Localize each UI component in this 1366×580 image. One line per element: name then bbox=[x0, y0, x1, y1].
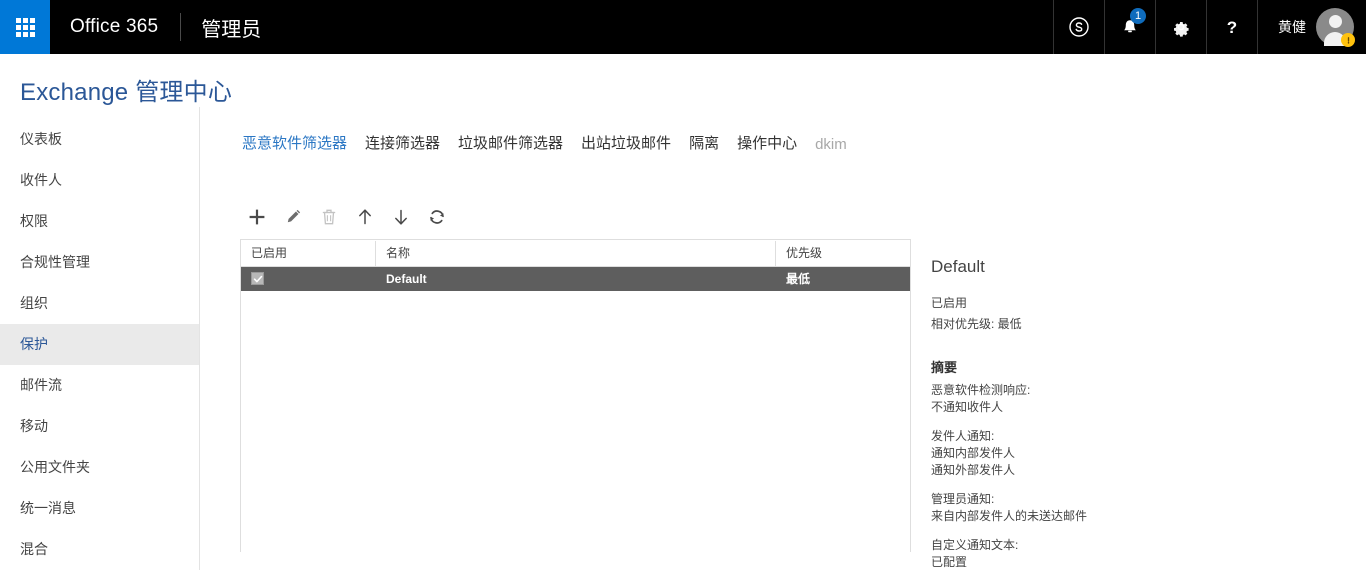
row-enabled-checkbox-icon[interactable] bbox=[251, 272, 264, 286]
tab-quarantine[interactable]: 隔离 bbox=[687, 132, 721, 153]
details-group-sender-notification: 发件人通知: 通知内部发件人 通知外部发件人 bbox=[931, 428, 1346, 479]
avatar-head bbox=[1328, 15, 1342, 28]
suite-icon-group: 1 ? bbox=[1053, 0, 1258, 54]
page-title: Exchange 管理中心 bbox=[0, 54, 1366, 107]
details-group-label: 发件人通知: bbox=[931, 429, 995, 443]
details-group-label: 自定义通知文本: bbox=[931, 538, 1019, 552]
details-group-value: 通知内部发件人 bbox=[931, 446, 1016, 460]
column-header-name[interactable]: 名称 bbox=[376, 240, 776, 266]
details-group-value: 来自内部发件人的未送达邮件 bbox=[931, 509, 1088, 523]
sidebar-item-dashboard[interactable]: 仪表板 bbox=[0, 119, 199, 160]
tab-action-center[interactable]: 操作中心 bbox=[735, 132, 799, 153]
details-group-value: 已配置 bbox=[931, 555, 968, 569]
tab-outbound-spam[interactable]: 出站垃圾邮件 bbox=[579, 132, 673, 153]
grid-header-row: 已启用 名称 优先级 bbox=[241, 240, 910, 267]
question-mark-icon: ? bbox=[1221, 16, 1243, 38]
row-priority-cell: 最低 bbox=[786, 272, 811, 286]
sidebar-item-hybrid[interactable]: 混合 bbox=[0, 529, 199, 570]
details-group-value: 通知外部发件人 bbox=[931, 463, 1016, 477]
list-details-split: 已启用 名称 优先级 Default 最低 Default 已启用 相对优先级:… bbox=[240, 239, 1366, 569]
refresh-button[interactable] bbox=[425, 205, 449, 229]
row-name-cell: Default bbox=[386, 272, 427, 286]
tab-malware-filter[interactable]: 恶意软件筛选器 bbox=[240, 132, 349, 153]
sidebar-item-publicfolders[interactable]: 公用文件夹 bbox=[0, 447, 199, 488]
skype-button[interactable] bbox=[1053, 0, 1104, 54]
refresh-icon bbox=[427, 207, 447, 227]
details-group-label: 恶意软件检测响应: bbox=[931, 383, 1031, 397]
details-group-malware-response: 恶意软件检测响应: 不通知收件人 bbox=[931, 382, 1346, 416]
details-pane: Default 已启用 相对优先级: 最低 摘要 恶意软件检测响应: 不通知收件… bbox=[910, 239, 1366, 569]
content-area: 恶意软件筛选器 连接筛选器 垃圾邮件筛选器 出站垃圾邮件 隔离 操作中心 dki… bbox=[200, 107, 1366, 570]
page-title-suffix: 管理中心 bbox=[135, 79, 233, 106]
tab-connection-filter[interactable]: 连接筛选器 bbox=[363, 132, 442, 153]
app-launcher-button[interactable] bbox=[0, 0, 50, 54]
office365-brand-link[interactable]: Office 365 bbox=[50, 0, 180, 54]
user-name-label: 黄健 bbox=[1278, 19, 1306, 35]
row-enabled-cell bbox=[241, 267, 376, 291]
avatar[interactable] bbox=[1316, 8, 1355, 47]
sidebar-item-mailflow[interactable]: 邮件流 bbox=[0, 365, 199, 406]
move-up-button[interactable] bbox=[353, 205, 377, 229]
tab-dkim[interactable]: dkim bbox=[813, 136, 849, 153]
arrow-down-icon bbox=[391, 207, 411, 227]
arrow-up-icon bbox=[355, 207, 375, 227]
column-header-priority[interactable]: 优先级 bbox=[776, 241, 910, 266]
skype-icon bbox=[1068, 16, 1090, 38]
move-down-button[interactable] bbox=[389, 205, 413, 229]
sidebar-item-recipients[interactable]: 收件人 bbox=[0, 160, 199, 201]
details-group-label: 管理员通知: bbox=[931, 492, 995, 506]
notifications-button[interactable]: 1 bbox=[1104, 0, 1155, 54]
svg-text:?: ? bbox=[1227, 18, 1237, 37]
suite-bar-spacer bbox=[281, 0, 1053, 54]
sidebar-item-permissions[interactable]: 权限 bbox=[0, 201, 199, 242]
column-header-enabled[interactable]: 已启用 bbox=[241, 240, 376, 266]
settings-button[interactable] bbox=[1155, 0, 1206, 54]
eac-body: 仪表板 收件人 权限 合规性管理 组织 保护 邮件流 移动 公用文件夹 统一消息… bbox=[0, 107, 1366, 570]
table-row[interactable]: Default 最低 bbox=[241, 267, 910, 291]
sidebar-item-organization[interactable]: 组织 bbox=[0, 283, 199, 324]
rules-list-pane: 已启用 名称 优先级 Default 最低 bbox=[240, 239, 910, 552]
trash-icon bbox=[319, 207, 339, 227]
help-button[interactable]: ? bbox=[1206, 0, 1258, 54]
suite-bar: Office 365 管理员 1 ? 黄健 bbox=[0, 0, 1366, 54]
edit-button[interactable] bbox=[281, 205, 305, 229]
notification-badge: 1 bbox=[1130, 8, 1146, 24]
details-summary-heading: 摘要 bbox=[931, 360, 958, 375]
waffle-grid-icon bbox=[15, 17, 35, 37]
details-group-value: 不通知收件人 bbox=[931, 400, 1004, 414]
details-group-admin-notification: 管理员通知: 来自内部发件人的未送达邮件 bbox=[931, 491, 1346, 525]
details-group-custom-notification-text: 自定义通知文本: 已配置 bbox=[931, 537, 1346, 571]
details-title: Default bbox=[931, 257, 985, 276]
details-priority-state: 相对优先级: 最低 bbox=[931, 317, 1022, 331]
gear-icon bbox=[1170, 16, 1192, 38]
page-title-product: Exchange bbox=[20, 79, 129, 106]
details-enabled-state: 已启用 bbox=[931, 296, 968, 310]
admin-app-title[interactable]: 管理员 bbox=[181, 0, 281, 54]
add-button[interactable] bbox=[245, 205, 269, 229]
sidebar-item-protection[interactable]: 保护 bbox=[0, 324, 199, 365]
pencil-icon bbox=[283, 207, 303, 227]
sidebar-nav: 仪表板 收件人 权限 合规性管理 组织 保护 邮件流 移动 公用文件夹 统一消息… bbox=[0, 107, 200, 570]
sidebar-item-compliance[interactable]: 合规性管理 bbox=[0, 242, 199, 283]
sidebar-item-unifiedmessaging[interactable]: 统一消息 bbox=[0, 488, 199, 529]
tab-spam-filter[interactable]: 垃圾邮件筛选器 bbox=[456, 132, 565, 153]
plus-icon bbox=[247, 207, 267, 227]
avatar-status-badge-icon bbox=[1341, 33, 1355, 47]
sidebar-item-mobile[interactable]: 移动 bbox=[0, 406, 199, 447]
grid-toolbar bbox=[240, 195, 1366, 239]
delete-button bbox=[317, 205, 341, 229]
tab-bar: 恶意软件筛选器 连接筛选器 垃圾邮件筛选器 出站垃圾邮件 隔离 操作中心 dki… bbox=[240, 107, 1366, 153]
user-account-menu[interactable]: 黄健 bbox=[1258, 0, 1366, 54]
